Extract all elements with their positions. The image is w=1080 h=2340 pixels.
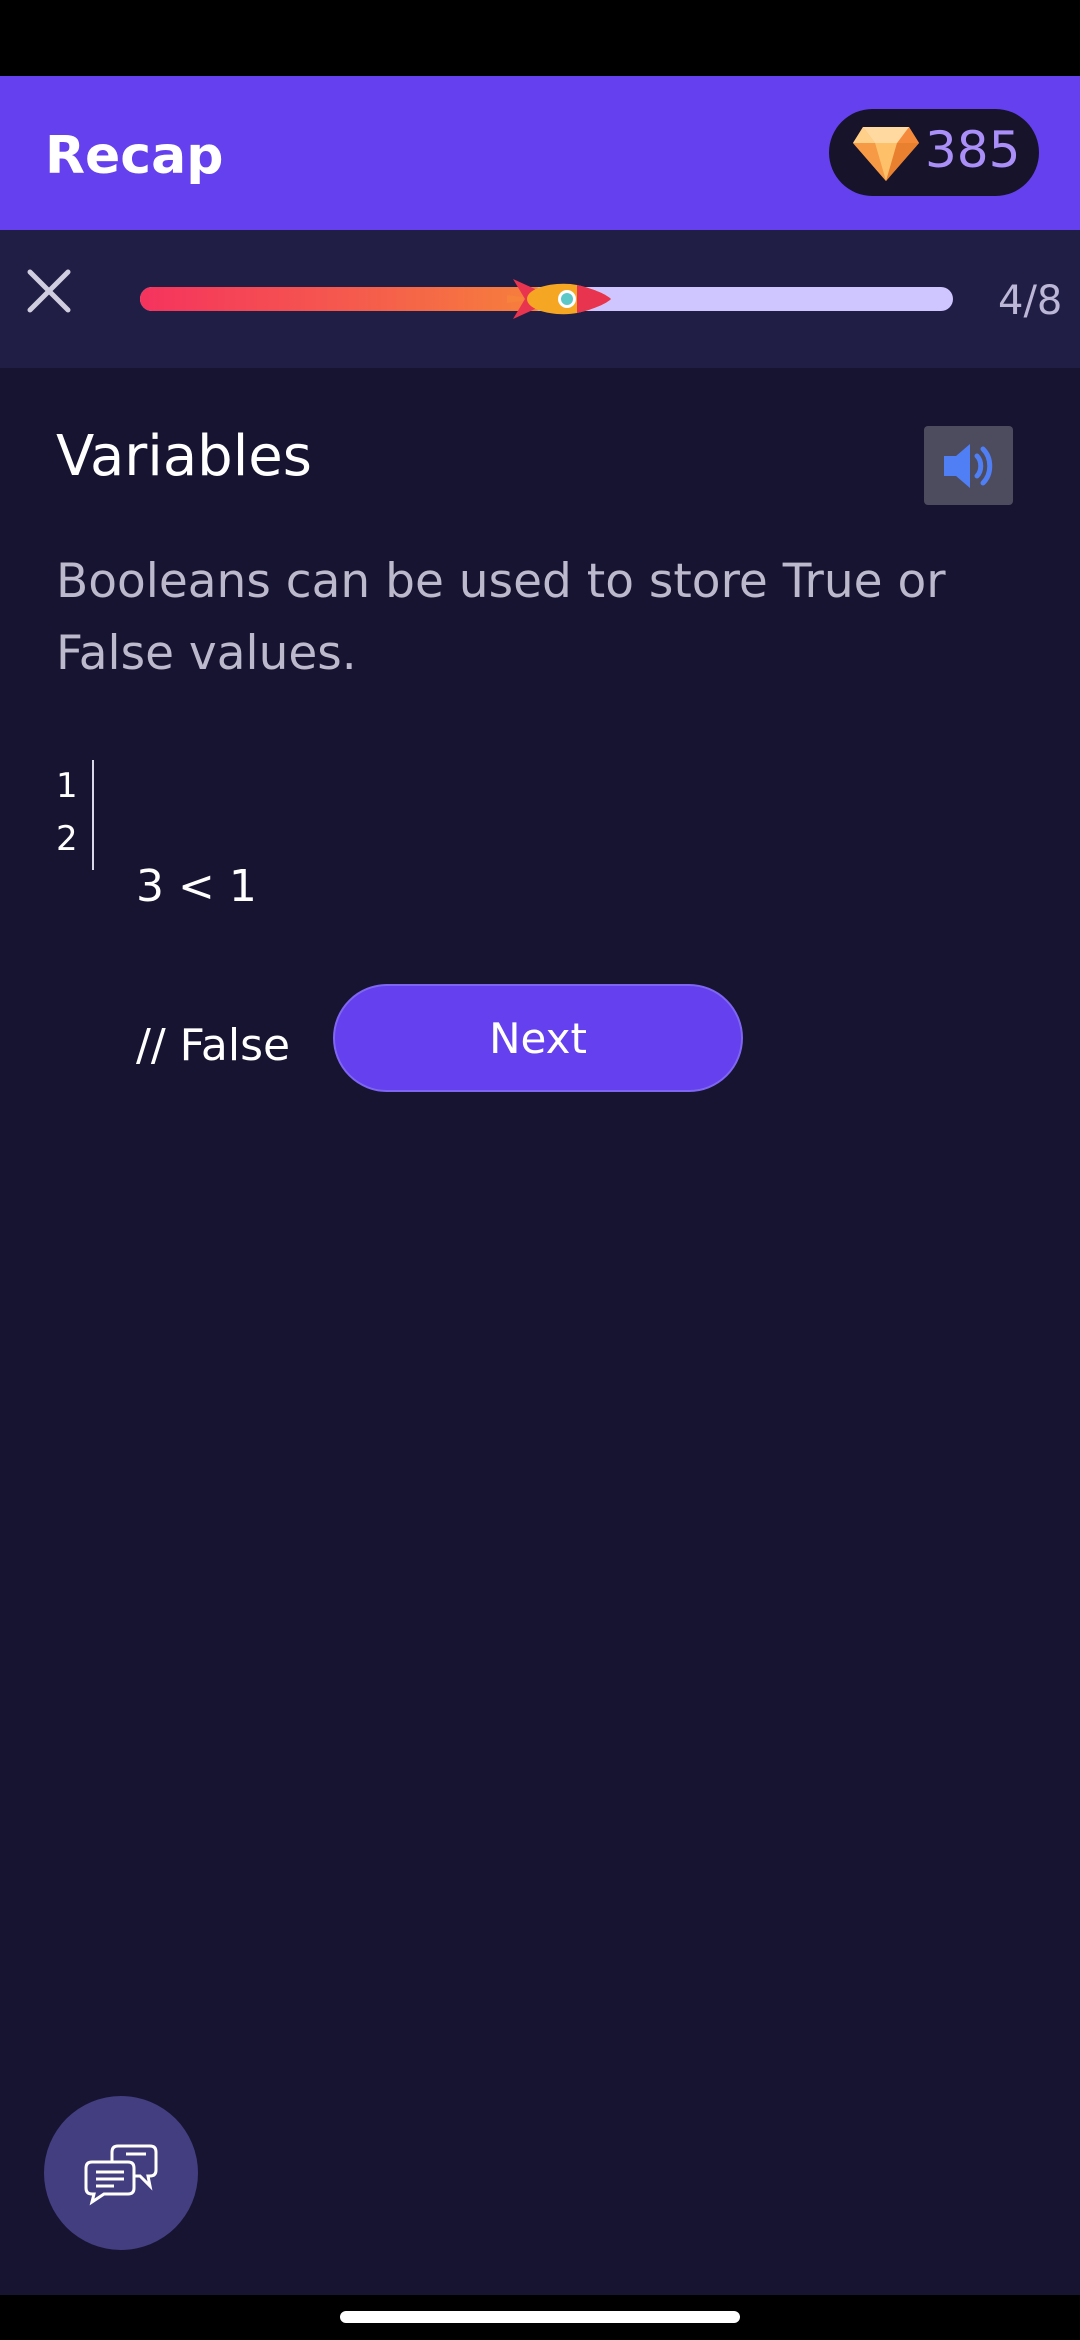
lesson-content: Variables Booleans can be used to store … [0,368,1080,2295]
code-lines: 3 < 1 // False [136,754,290,1178]
gem-count: 385 [925,121,1021,179]
progress-track [140,279,953,319]
progress-counter: 4/8 [998,278,1063,324]
line-number: 2 [56,819,78,859]
gem-counter[interactable]: 385 [829,109,1039,196]
next-button[interactable]: Next [333,984,743,1092]
gem-icon [853,127,919,181]
navigation-bar [0,2295,1080,2340]
page-title: Recap [45,126,224,186]
chat-bubbles-icon [84,2144,158,2206]
code-block: 1 2 3 < 1 // False [56,760,656,1071]
app-bar: Recap 385 [0,76,1080,230]
code-divider [92,760,94,870]
code-line-numbers: 1 2 [56,760,92,866]
home-indicator[interactable] [340,2311,740,2323]
lesson-progress-bar: 4/8 [0,230,1080,368]
speaker-icon [944,444,993,488]
status-bar [0,0,1080,76]
lesson-title: Variables [56,424,312,489]
chat-button[interactable] [44,2096,198,2250]
audio-button[interactable] [924,426,1013,505]
close-icon[interactable] [18,260,80,322]
lesson-text: Booleans can be used to store True or Fa… [56,554,946,681]
line-number: 1 [56,766,78,806]
rocket-icon [506,279,611,319]
code-line: // False [136,1020,291,1071]
progress-fill [140,287,547,311]
code-line: 3 < 1 [136,861,257,912]
